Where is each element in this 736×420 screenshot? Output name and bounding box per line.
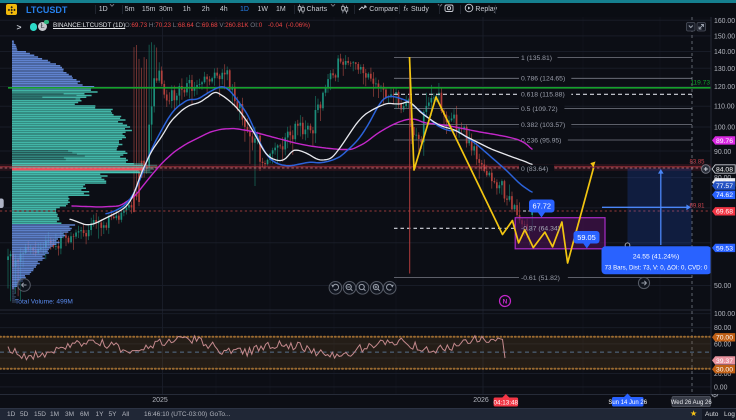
svg-text:59.53: 59.53 [716, 245, 733, 252]
svg-text:1 (135.81): 1 (135.81) [521, 55, 552, 62]
svg-text:67.72: 67.72 [533, 202, 552, 211]
svg-text:Wed 26 Aug 26: Wed 26 Aug 26 [671, 400, 713, 406]
svg-text:110.00: 110.00 [714, 104, 735, 111]
svg-text:83.85: 83.85 [689, 160, 705, 166]
svg-text:160.00: 160.00 [714, 18, 735, 25]
svg-text:74.62: 74.62 [716, 192, 733, 199]
svg-text:Sun 14 Jun 26: Sun 14 Jun 26 [608, 400, 647, 406]
svg-text:0.382 (103.57): 0.382 (103.57) [521, 122, 565, 129]
svg-text:119.73: 119.73 [690, 80, 710, 87]
svg-text:140.00: 140.00 [714, 49, 735, 56]
svg-text:73 Bars, Dist: 73, V: 0, ΔOI:: 73 Bars, Dist: 73, V: 0, ΔOI: 0, CVD: 0 [605, 265, 708, 272]
svg-text:N: N [503, 299, 508, 306]
svg-text:100.00: 100.00 [714, 311, 735, 318]
svg-text:90.00: 90.00 [714, 149, 731, 156]
svg-text:50.00: 50.00 [714, 283, 731, 290]
svg-text:0.786 (124.65): 0.786 (124.65) [521, 76, 565, 83]
svg-text:70.00: 70.00 [716, 335, 733, 342]
svg-text:60.00: 60.00 [714, 341, 731, 348]
svg-text:84.08: 84.08 [716, 166, 733, 173]
svg-text:120.00: 120.00 [714, 84, 735, 91]
svg-text:30.00: 30.00 [716, 367, 733, 374]
svg-text:80.00: 80.00 [714, 325, 731, 332]
svg-text:69.68: 69.68 [716, 209, 733, 216]
svg-text:39.37: 39.37 [716, 358, 733, 365]
svg-text:2025: 2025 [152, 397, 168, 404]
svg-text:77.57: 77.57 [716, 183, 733, 190]
svg-text:59.05: 59.05 [577, 233, 596, 242]
svg-text:150.00: 150.00 [714, 33, 735, 40]
svg-text:2026: 2026 [473, 397, 489, 404]
svg-text:0.00: 0.00 [714, 384, 728, 391]
svg-text:130.00: 130.00 [714, 66, 735, 73]
svg-text:89.76: 89.76 [716, 138, 733, 145]
svg-text:-0.61 (51.82): -0.61 (51.82) [521, 275, 560, 282]
svg-text:04:13:48: 04:13:48 [494, 399, 519, 406]
svg-text:0.618 (115.88): 0.618 (115.88) [521, 92, 565, 99]
svg-text:-0.37 (64.34): -0.37 (64.34) [521, 226, 560, 233]
svg-text:0.236 (95.95): 0.236 (95.95) [521, 137, 561, 144]
svg-text:24.55 (41.24%): 24.55 (41.24%) [633, 254, 679, 261]
svg-text:0.5 (109.72): 0.5 (109.72) [521, 106, 558, 113]
svg-text:69.81: 69.81 [689, 204, 705, 210]
svg-text:Total Volume: 499M: Total Volume: 499M [15, 299, 73, 306]
svg-text:0 (83.64): 0 (83.64) [521, 166, 548, 173]
svg-text:100.00: 100.00 [714, 125, 735, 132]
